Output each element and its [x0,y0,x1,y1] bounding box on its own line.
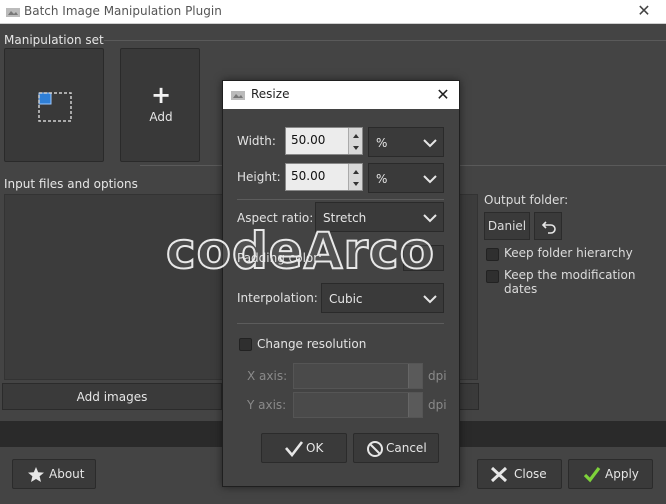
height-unit-value: % [376,172,388,186]
star-icon [28,467,44,482]
input-files-heading: Input files and options [4,177,138,191]
cancel-label: Cancel [386,441,427,455]
ok-button[interactable]: OK [261,433,347,463]
height-stepper[interactable] [348,164,362,190]
output-folder-label: Output folder: [484,193,569,207]
resize-dialog: Resize ✕ Width: 50.00 % Height: 50.00 % … [222,80,460,487]
plus-icon: + [150,81,172,109]
interpolation-label: Interpolation: [237,291,318,305]
y-axis-label: Y axis: [247,398,287,412]
height-value: 50.00 [291,169,326,183]
stepper-arrows-icon [353,134,359,150]
keep-hierarchy-label: Keep folder hierarchy [504,246,633,260]
chevron-down-icon [423,139,437,148]
keep-dates-checkbox[interactable] [486,270,499,283]
window-close-icon[interactable]: ✕ [634,2,654,20]
x-axis-input[interactable] [293,363,423,389]
width-unit-value: % [376,136,388,150]
height-input[interactable]: 50.00 [285,163,363,191]
cancel-button[interactable]: Cancel [353,433,439,463]
width-stepper[interactable] [348,128,362,154]
dialog-titlebar: Resize ✕ [223,81,459,109]
keep-dates-label: Keep the modification dates [504,268,636,296]
resize-manipulation-tile[interactable] [4,48,104,162]
change-resolution-checkbox[interactable] [239,338,252,351]
height-unit-select[interactable]: % [368,163,444,193]
x-axis-label: X axis: [247,369,288,383]
cancel-icon [367,441,383,457]
width-value: 50.00 [291,133,326,147]
close-button[interactable]: Close [477,459,562,489]
about-button[interactable]: About [12,459,96,489]
chevron-down-icon [423,295,437,304]
width-unit-select[interactable]: % [368,127,444,157]
add-manipulation-button[interactable]: + Add [120,48,200,162]
dialog-title: Resize [251,87,290,101]
change-resolution-label: Change resolution [257,337,367,351]
checkmark-icon [583,467,601,483]
interpolation-select[interactable]: Cubic [321,283,444,313]
manipulation-set-heading: Manipulation set [4,33,104,47]
checkmark-icon [285,441,304,457]
window-title: Batch Image Manipulation Plugin [24,4,222,18]
divider [237,323,444,324]
y-axis-input[interactable] [293,392,423,418]
width-label: Width: [237,134,276,148]
chevron-down-icon [423,175,437,184]
divider [237,199,444,200]
output-folder-button[interactable]: Daniel [484,212,530,240]
reset-folder-button[interactable] [534,212,562,240]
about-label: About [49,467,85,481]
resize-icon [38,92,72,122]
stepper-arrows-icon [353,170,359,186]
add-images-button[interactable]: Add images [2,383,222,410]
close-x-icon [490,466,508,483]
y-axis-unit: dpi [428,398,447,412]
x-axis-unit: dpi [428,369,447,383]
ok-label: OK [306,441,324,455]
x-axis-stepper[interactable] [408,364,422,388]
add-label: Add [149,110,173,124]
app-icon [6,8,20,17]
dialog-close-icon[interactable]: ✕ [433,85,453,105]
apply-label: Apply [605,467,639,481]
watermark: codeArco [165,221,436,281]
undo-icon [541,221,556,234]
interpolation-value: Cubic [329,292,363,306]
width-input[interactable]: 50.00 [285,127,363,155]
y-axis-stepper[interactable] [408,393,422,417]
close-label: Close [514,467,547,481]
remove-images-button[interactable] [459,383,479,410]
app-icon [231,91,245,100]
apply-button[interactable]: Apply [568,459,653,489]
keep-hierarchy-checkbox[interactable] [486,248,499,261]
height-label: Height: [237,170,281,184]
window-titlebar: Batch Image Manipulation Plugin ✕ [0,0,666,24]
divider [104,40,666,41]
